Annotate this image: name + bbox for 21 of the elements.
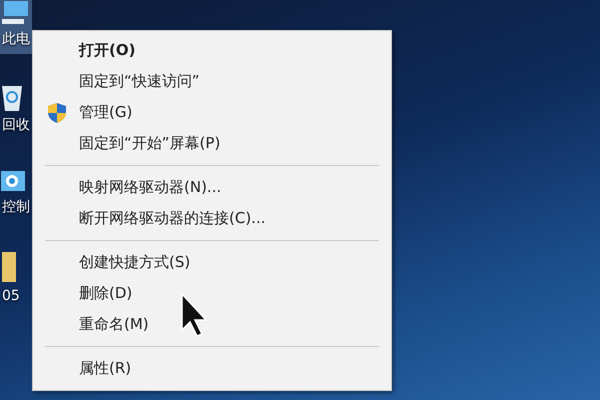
menu-item[interactable]: 映射网络驱动器(N)... <box>79 178 222 197</box>
icon-label: 控制 <box>1 198 30 216</box>
icon-label: 05 <box>1 288 20 304</box>
menu-item[interactable]: 创建快捷方式(S) <box>79 253 190 272</box>
menu-item[interactable]: 固定到“开始”屏幕(P) <box>79 134 220 153</box>
menu-item[interactable]: 重命名(M) <box>79 315 149 334</box>
menu-item[interactable]: 固定到“快速访问” <box>79 72 200 91</box>
menu-item[interactable]: 删除(D) <box>79 284 132 303</box>
mouse-pointer-icon <box>180 292 206 338</box>
menu-item[interactable]: 属性(R) <box>79 359 132 378</box>
desktop-icon[interactable]: 控制 <box>0 166 32 222</box>
desktop-icon[interactable]: 05 <box>0 248 32 310</box>
menu-item[interactable]: 打开(O) <box>79 41 136 60</box>
computer-icon <box>0 0 30 26</box>
control-panel-icon <box>0 168 26 194</box>
desktop-icon[interactable]: 回收 <box>0 80 32 140</box>
menu-item[interactable]: 管理(G) <box>79 103 132 122</box>
icon-label: 回收 <box>1 116 30 134</box>
icon-label: 此电 <box>1 30 30 48</box>
menu-item[interactable]: 断开网络驱动器的连接(C)... <box>79 209 266 228</box>
desktop-icon[interactable]: 此电 <box>0 0 32 54</box>
